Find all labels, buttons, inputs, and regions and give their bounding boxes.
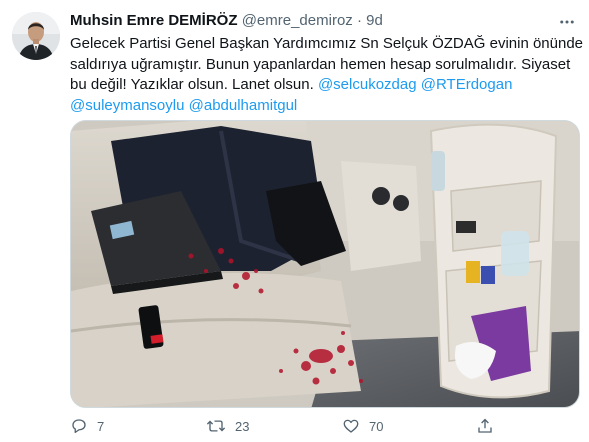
avatar-photo — [12, 12, 60, 60]
tweet-text-line-3-text: bu değil! Yazıklar olsun. Lanet olsun. — [70, 76, 318, 93]
retweet-icon — [206, 420, 226, 432]
like-count: 70 — [369, 418, 384, 434]
retweet-button[interactable]: 23 — [206, 412, 249, 440]
tweet-media-photo[interactable] — [70, 120, 580, 408]
separator-dot: · — [356, 12, 362, 29]
reply-icon — [72, 419, 86, 434]
author-handle[interactable]: @emre_demiroz — [242, 12, 353, 29]
heart-icon — [343, 419, 359, 433]
avatar[interactable] — [12, 12, 60, 60]
mention-suleymansoylu[interactable]: @suleymansoylu — [70, 97, 184, 114]
tweet-text-line-3: bu değil! Yazıklar olsun. Lanet olsun. @… — [70, 75, 570, 96]
author-name[interactable]: Muhsin Emre DEMİRÖZ — [70, 12, 238, 29]
tweet-text: Gelecek Partisi Genel Başkan Yardımcımız… — [70, 34, 584, 117]
mention-abdulhamitgul[interactable]: @abdulhamitgul — [189, 97, 298, 114]
mention-rterdogan[interactable]: @RTErdogan — [421, 76, 513, 93]
tweet-text-line-2: saldırıya uğramıştır. Bunun yapanlardan … — [70, 55, 571, 73]
tweet-text-line-4: @suleymansoylu @abdulhamitgul — [70, 96, 570, 117]
tweet: Muhsin Emre DEMİRÖZ @emre_demiroz · 9d G… — [0, 0, 589, 442]
share-icon — [478, 418, 492, 433]
more-icon[interactable] — [553, 8, 581, 36]
reply-button[interactable]: 7 — [70, 412, 104, 440]
car-interior-photo — [71, 121, 579, 407]
tweet-actions: 7 23 70 — [70, 412, 510, 440]
retweet-count: 23 — [235, 418, 250, 434]
mention-selcukozdag[interactable]: @selcukozdag — [318, 76, 417, 93]
tweet-header: Muhsin Emre DEMİRÖZ @emre_demiroz · 9d — [70, 10, 530, 32]
tweet-time[interactable]: 9d — [366, 12, 383, 29]
reply-count: 7 — [97, 418, 105, 434]
share-button[interactable] — [476, 412, 494, 440]
like-button[interactable]: 70 — [342, 412, 383, 440]
tweet-text-line-1: Gelecek Partisi Genel Başkan Yardımcımız… — [70, 35, 584, 52]
